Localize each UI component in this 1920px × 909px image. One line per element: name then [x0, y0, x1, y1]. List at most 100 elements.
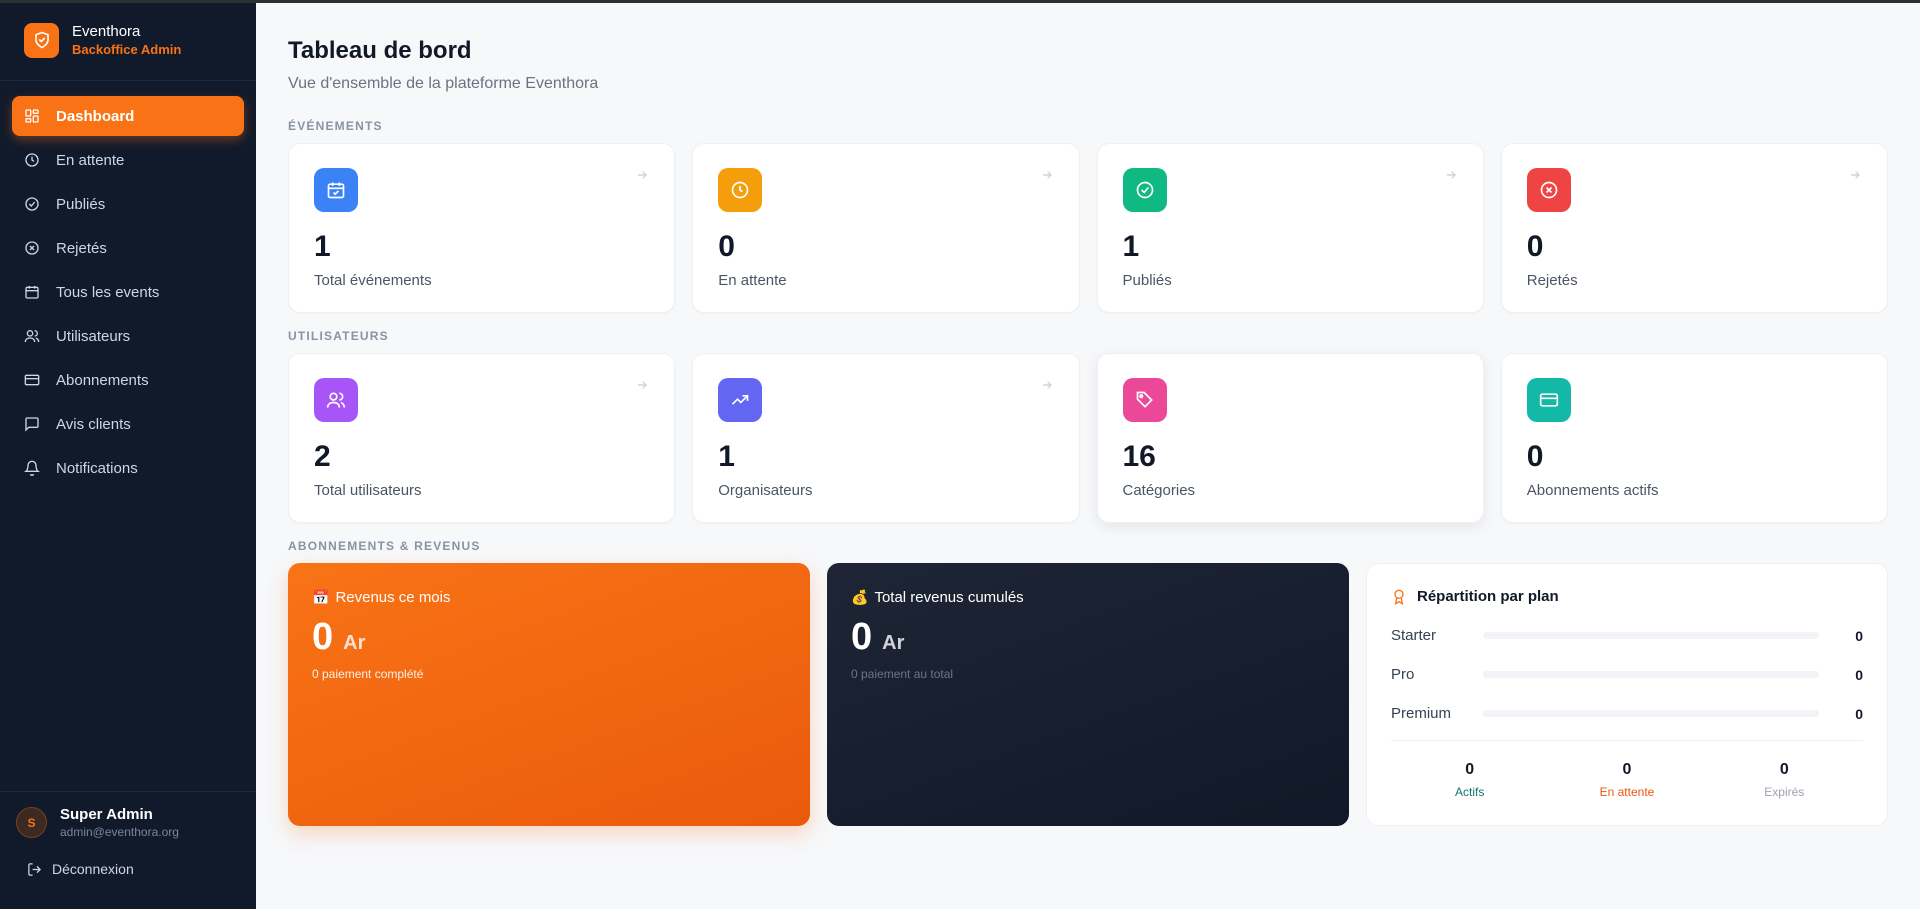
stat-label: Total événements [314, 272, 432, 289]
sidebar-item-abonnements[interactable]: Abonnements [12, 360, 244, 400]
brand[interactable]: Eventhora Backoffice Admin [0, 0, 256, 81]
money-bag-emoji-icon: 💰 [851, 589, 869, 605]
shield-logo-icon [24, 22, 59, 58]
user-profile[interactable]: S Super Admin admin@eventhora.org [16, 806, 240, 839]
revenue-month-label: Revenus ce mois [335, 589, 451, 606]
stat-label: Publiés [1122, 272, 1172, 289]
revenue-month-card: 📅 Revenus ce mois 0 Ar 0 paiement complé… [288, 563, 810, 826]
user-email: admin@eventhora.org [60, 825, 179, 839]
arrow-right-icon[interactable] [1848, 168, 1862, 182]
stat-card-abonnements-actifs[interactable]: 0 Abonnements actifs [1500, 353, 1888, 523]
revenue-amount: 0 [851, 616, 873, 658]
sidebar-item-utilisateurs[interactable]: Utilisateurs [12, 316, 244, 356]
plan-status-stats: 0 Actifs 0 En attente 0 Expirés [1391, 761, 1863, 799]
sidebar-item-label: Utilisateurs [56, 327, 131, 345]
stat-label: En attente [718, 272, 787, 289]
logout-label: Déconnexion [52, 861, 134, 877]
arrow-right-icon[interactable] [1444, 168, 1458, 182]
sidebar-item-label: Notifications [56, 459, 138, 477]
sidebar-item-notifications[interactable]: Notifications [12, 448, 244, 488]
stat-label: Abonnements actifs [1526, 482, 1659, 499]
avatar: S [16, 807, 47, 838]
stat-en-attente: 0 En attente [1567, 761, 1687, 799]
stat-label: Organisateurs [718, 482, 813, 499]
check-circle-icon [1122, 168, 1167, 212]
sidebar-nav: Dashboard En attente Publiés Rejetés Tou… [0, 81, 256, 488]
brand-subtitle: Backoffice Admin [72, 42, 182, 57]
stat-value: 0 [1526, 440, 1544, 473]
revenue-total-label: Total revenus cumulés [874, 589, 1024, 606]
plan-count: 0 [1855, 627, 1863, 644]
revenue-month-title: 📅 Revenus ce mois [312, 589, 786, 606]
revenue-total-title: 💰 Total revenus cumulés [851, 589, 1325, 606]
stat-card-en-attente[interactable]: 0 En attente [692, 143, 1080, 313]
check-circle-icon [24, 196, 40, 212]
stat-value: 0 [718, 230, 735, 263]
calendar-emoji-icon: 📅 [312, 589, 330, 605]
revenue-total-note: 0 paiement au total [851, 667, 954, 681]
credit-card-icon [1526, 378, 1571, 422]
stat-number: 0 [1622, 761, 1632, 778]
sidebar-item-publies[interactable]: Publiés [12, 184, 244, 224]
plan-progress-bar [1483, 671, 1819, 678]
main-content: Tableau de bord Vue d'ensemble de la pla… [256, 0, 1920, 909]
revenue-month-value: 0 Ar [312, 616, 786, 659]
stat-label: Actifs [1454, 785, 1485, 799]
revenue-month-note: 0 paiement complété [312, 667, 424, 681]
stat-expires: 0 Expirés [1724, 761, 1844, 799]
brand-name: Eventhora [72, 23, 141, 40]
divider [1391, 740, 1863, 741]
plan-distribution-card: Répartition par plan Starter 0 Pro 0 Pre… [1366, 563, 1888, 826]
events-cards: 1 Total événements 0 En attente 1 Publié… [288, 143, 1888, 313]
bell-icon [24, 460, 40, 476]
arrow-right-icon[interactable] [635, 378, 649, 392]
x-circle-icon [1526, 168, 1571, 212]
stat-card-organisateurs[interactable]: 1 Organisateurs [692, 353, 1080, 523]
credit-card-icon [24, 372, 40, 388]
revenue-total-value: 0 Ar [851, 616, 1325, 659]
sidebar-item-avis-clients[interactable]: Avis clients [12, 404, 244, 444]
stat-card-rejetes[interactable]: 0 Rejetés [1500, 143, 1888, 313]
stat-value: 1 [314, 230, 331, 263]
arrow-right-icon[interactable] [1040, 378, 1054, 392]
revenue-currency: Ar [343, 632, 366, 654]
revenue-amount: 0 [312, 616, 334, 658]
users-icon [24, 328, 40, 344]
section-label-revenue: ABONNEMENTS & REVENUS [288, 539, 481, 553]
calendar-icon [24, 284, 40, 300]
plan-name: Premium [1391, 705, 1452, 722]
stat-card-categories[interactable]: 16 Catégories [1096, 353, 1484, 523]
stat-label: Expirés [1764, 785, 1805, 799]
tag-icon [1122, 378, 1167, 422]
plan-count: 0 [1855, 705, 1863, 722]
sidebar-item-label: Dashboard [56, 107, 135, 125]
stat-label: Catégories [1122, 482, 1196, 499]
users-icon [314, 378, 358, 422]
stat-card-total-users[interactable]: 2 Total utilisateurs [288, 353, 676, 523]
sidebar-item-label: En attente [56, 151, 125, 169]
sidebar-item-tous-les-events[interactable]: Tous les events [12, 272, 244, 312]
stat-card-total-events[interactable]: 1 Total événements [288, 143, 676, 313]
trending-up-icon [718, 378, 763, 422]
plan-row-starter: Starter 0 [1391, 627, 1863, 644]
sidebar-item-rejetes[interactable]: Rejetés [12, 228, 244, 268]
sidebar-item-label: Abonnements [56, 371, 149, 389]
plan-progress-bar [1483, 710, 1819, 717]
stat-label: Rejetés [1526, 272, 1578, 289]
sidebar-item-en-attente[interactable]: En attente [12, 140, 244, 180]
page-subtitle: Vue d'ensemble de la plateforme Eventhor… [288, 75, 599, 92]
stat-value: 2 [314, 440, 331, 473]
logout-icon [27, 862, 42, 877]
clock-icon [718, 168, 763, 212]
arrow-right-icon[interactable] [635, 168, 649, 182]
user-name: Super Admin [60, 806, 153, 823]
sidebar-item-label: Avis clients [56, 415, 131, 433]
plan-name: Pro [1391, 666, 1415, 683]
clock-icon [24, 152, 40, 168]
sidebar-footer: S Super Admin admin@eventhora.org Déconn… [0, 791, 256, 909]
arrow-right-icon[interactable] [1040, 168, 1054, 182]
sidebar-item-dashboard[interactable]: Dashboard [12, 96, 244, 136]
logout-button[interactable]: Déconnexion [16, 861, 240, 877]
x-circle-icon [24, 240, 40, 256]
stat-card-publies[interactable]: 1 Publiés [1096, 143, 1484, 313]
